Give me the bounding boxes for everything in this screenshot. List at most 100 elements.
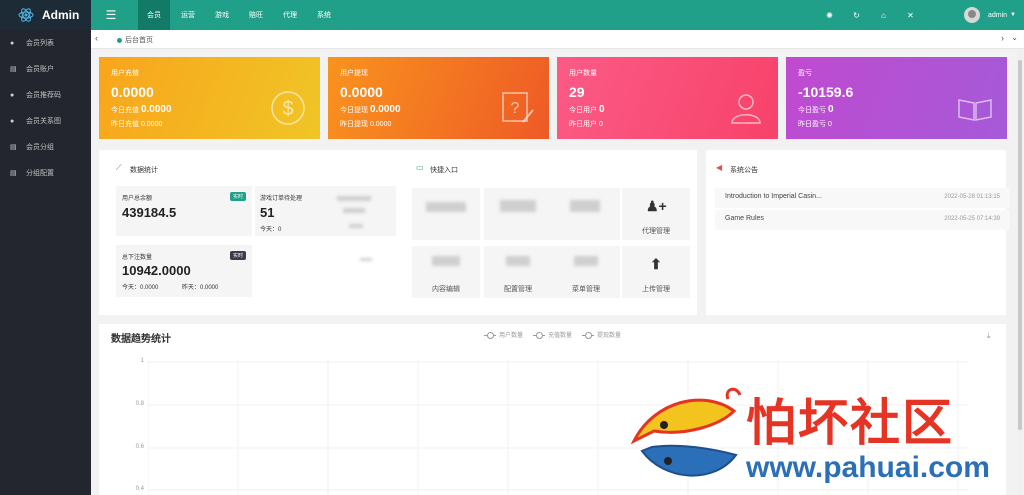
quick-upload[interactable]: ⬆ 上传管理 (622, 246, 690, 298)
blurred-text (337, 196, 371, 201)
notice-item[interactable]: Introduction to Imperial Casin... 2022-0… (715, 188, 1010, 208)
sidebar-item-label: 会员推荐码 (26, 92, 61, 99)
card-yesterday-value: 0 (827, 121, 832, 128)
fullscreen-icon[interactable]: ✕ (897, 0, 924, 30)
user-menu[interactable]: admin ▼ (963, 0, 1016, 30)
book-icon (958, 99, 992, 121)
quick-blurred-3[interactable] (552, 188, 620, 240)
username: admin (987, 11, 1008, 19)
chevron-left-icon[interactable]: ‹ (95, 33, 98, 43)
card-yesterday-value: 0 (598, 121, 603, 128)
logo[interactable]: Admin (0, 0, 91, 30)
nav-odds[interactable]: 赔旺 (240, 0, 272, 30)
nav-agent[interactable]: 代理 (274, 0, 306, 30)
trend-legend: 用户数量 充值数量 提现数量 (484, 330, 631, 339)
nav-member[interactable]: 会员 (138, 0, 170, 30)
dollar-icon: $ (271, 91, 305, 125)
card-today-label: 今日提现 (340, 107, 368, 114)
quick-blurred-1[interactable] (412, 188, 480, 240)
blurred-icon (506, 256, 530, 266)
notice-item-title: Introduction to Imperial Casin... (725, 193, 822, 200)
sidebar-item-referral-code[interactable]: ● 会员推荐码 (0, 82, 91, 108)
orders-value: 51 (260, 205, 275, 220)
card-icon: ▭ (416, 163, 424, 172)
nav-system[interactable]: 系统 (308, 0, 340, 30)
settings-icon[interactable]: ✺ (816, 0, 843, 30)
legend-item[interactable]: 提现数量 (582, 330, 621, 339)
watermark-url: www.pahuai.com (746, 451, 990, 484)
quick-label: 上传管理 (642, 286, 670, 293)
card-title: 用户数量 (569, 70, 597, 77)
blurred-text (349, 224, 363, 228)
nav-game[interactable]: 游戏 (206, 0, 238, 30)
quick-blurred-2[interactable] (484, 188, 552, 240)
y-tick-label: 0.6 (135, 444, 144, 450)
sidebar: ● 会员列表 ▤ 会员账户 ● 会员推荐码 ● 会员关系图 ▤ 会员分组 ▤ 分组配置 (0, 30, 91, 495)
y-tick-label: 0.8 (135, 401, 144, 407)
legend-marker-icon (484, 331, 496, 339)
chevron-right-icon[interactable]: › (1001, 33, 1004, 43)
bets-today: 今天：0.0000 (122, 285, 159, 291)
chevron-down-icon: ▼ (1010, 12, 1016, 18)
menu-toggle-icon[interactable]: ☰ (91, 0, 131, 30)
sidebar-item-label: 会员列表 (26, 40, 54, 47)
top-bar: Admin ☰ 会员 运营 游戏 赔旺 代理 系统 ✺ ↻ ⌂ ✕ admin … (0, 0, 1024, 30)
notice-title: 系统公告 (730, 167, 758, 174)
orders-label: 游戏订单待处理 (260, 196, 303, 202)
card-today-value: 0 (827, 104, 834, 115)
quick-agent[interactable]: ♟+ 代理管理 (622, 188, 690, 240)
sidebar-item-group-config[interactable]: ▤ 分组配置 (0, 160, 91, 186)
avatar (963, 7, 980, 23)
card-yesterday-label: 昨日盈亏 (798, 121, 826, 128)
realtime-badge: 实时 (229, 192, 246, 201)
balance-box: 用户总余额 实时 439184.5 (116, 186, 252, 236)
blurred-text (343, 208, 365, 213)
blurred-icon (574, 256, 598, 266)
sidebar-item-member-account[interactable]: ▤ 会员账户 (0, 56, 91, 82)
list-icon: ▤ (10, 66, 17, 73)
stats-title: 数据统计 (130, 167, 158, 174)
bets-box: 总下注数量 实时 10942.0000 今天：0.0000 昨天：0.0000 (116, 245, 252, 297)
legend-item[interactable]: 充值数量 (533, 330, 572, 339)
y-tick-label: 0.4 (135, 486, 144, 492)
card-title: 用户提现 (340, 70, 368, 77)
refresh-icon[interactable]: ↻ (843, 0, 870, 30)
quick-label: 代理管理 (642, 228, 670, 235)
bets-value: 10942.0000 (122, 263, 191, 278)
active-dot (117, 37, 122, 43)
sidebar-item-label: 会员账户 (26, 66, 54, 73)
users-icon: ● (10, 117, 15, 125)
user-icon: ● (10, 39, 15, 47)
card-today-value: 0.0000 (369, 104, 401, 115)
tab-bar: ‹ 后台首页 › ⌄ (91, 30, 1024, 49)
svg-text:$: $ (282, 98, 293, 120)
legend-item[interactable]: 用户数量 (484, 330, 523, 339)
sidebar-item-label: 分组配置 (26, 170, 54, 177)
quick-menu[interactable]: 菜单管理 (552, 246, 620, 298)
legend-label: 提现数量 (597, 333, 622, 339)
card-today-label: 今日充值 (111, 107, 139, 114)
sidebar-item-label: 会员分组 (26, 144, 54, 151)
atom-logo-icon (18, 8, 34, 22)
chart-line-icon: ⟋ (116, 163, 122, 172)
sidebar-item-member-group[interactable]: ▤ 会员分组 (0, 134, 91, 160)
tab-home[interactable]: 后台首页 (117, 35, 153, 45)
notice-item-date: 2022-05-28 01:13:15 (944, 194, 1000, 200)
orders-today: 今天：0 (260, 227, 282, 233)
lock-icon[interactable]: ⌂ (870, 0, 897, 30)
notice-item[interactable]: Game Rules 2022-05-25 07:14:39 (715, 210, 1010, 230)
orders-box: 游戏订单待处理 51 今天：0 (255, 186, 396, 236)
card-yesterday-label: 昨日充值 (111, 121, 139, 128)
quick-title: 快捷入口 (430, 167, 458, 174)
download-icon[interactable]: ⤓ (987, 331, 991, 341)
quick-content[interactable]: 内容编辑 (412, 246, 480, 298)
blurred-text (360, 258, 372, 261)
sidebar-item-label: 会员关系图 (26, 118, 61, 125)
chevron-down-icon[interactable]: ⌄ (1011, 33, 1018, 42)
sidebar-item-relation-graph[interactable]: ● 会员关系图 (0, 108, 91, 134)
sidebar-item-member-list[interactable]: ● 会员列表 (0, 30, 91, 56)
list-icon: ▤ (10, 170, 17, 177)
nav-operation[interactable]: 运营 (172, 0, 204, 30)
quick-config[interactable]: 配置管理 (484, 246, 552, 298)
card-yesterday-label: 昨日用户 (569, 121, 597, 128)
